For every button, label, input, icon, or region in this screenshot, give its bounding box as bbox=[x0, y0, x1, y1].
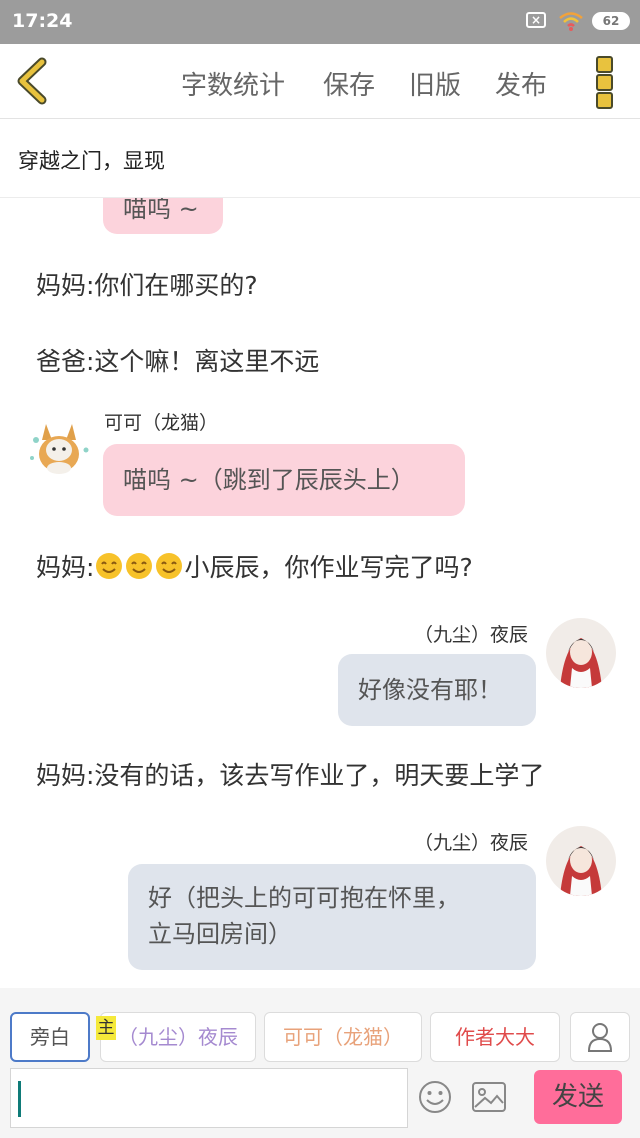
no-sim-icon: × bbox=[526, 12, 546, 28]
message-bubble: 好像没有耶！ bbox=[338, 654, 536, 726]
message-text: 立马回房间） bbox=[148, 920, 292, 948]
role-jiuchen-button[interactable]: （九尘）夜辰 bbox=[100, 1012, 256, 1062]
narration-line: 妈妈: 小辰辰，你作业写完了吗? bbox=[36, 548, 473, 584]
sender-name: （九尘）夜辰 bbox=[414, 832, 529, 854]
message-input[interactable] bbox=[10, 1068, 408, 1128]
narration-text: 小辰辰，你作业写完了吗? bbox=[184, 553, 473, 582]
girl-avatar-icon bbox=[546, 826, 616, 896]
sender-name: （九尘）夜辰 bbox=[414, 624, 529, 646]
battery-level: 62 bbox=[602, 14, 620, 28]
battery-icon: 62 bbox=[592, 12, 630, 30]
old-version-button[interactable]: 旧版 bbox=[409, 65, 461, 102]
smile-emoji-icon bbox=[126, 553, 153, 579]
wifi-icon bbox=[559, 12, 583, 31]
yechen-avatar[interactable] bbox=[546, 826, 616, 896]
girl-avatar-icon bbox=[546, 618, 616, 688]
chapter-title-bar[interactable]: 穿越之门，显现 bbox=[0, 119, 640, 198]
smile-emoji-icon bbox=[156, 553, 183, 579]
text-cursor bbox=[18, 1081, 21, 1117]
send-button[interactable]: 发送 bbox=[534, 1070, 622, 1124]
sender-name: 可可（龙猫） bbox=[104, 412, 219, 434]
role-keke-button[interactable]: 可可（龙猫） bbox=[264, 1012, 422, 1062]
narration-line: 妈妈:没有的话，该去写作业了，明天要上学了 bbox=[36, 761, 545, 790]
narration-line: 妈妈:你们在哪买的? bbox=[36, 271, 258, 300]
chapter-title[interactable]: 穿越之门，显现 bbox=[18, 145, 165, 175]
add-role-button[interactable] bbox=[570, 1012, 630, 1062]
status-bar: 17:24 × 62 bbox=[0, 0, 640, 44]
message-bubble: 喵呜 ~ bbox=[103, 198, 223, 234]
emoji-icon[interactable] bbox=[418, 1080, 452, 1114]
back-arrow-icon[interactable] bbox=[12, 56, 52, 106]
user-icon bbox=[587, 1023, 613, 1052]
role-author-button[interactable]: 作者大大 bbox=[430, 1012, 560, 1062]
message-bubble: 喵呜 ~（跳到了辰辰头上） bbox=[103, 444, 465, 516]
smile-emoji-icon bbox=[96, 553, 123, 579]
editor-toolbar: 字数统计 保存 旧版 发布 bbox=[0, 44, 640, 119]
chat-area[interactable]: 喵呜 ~ 妈妈:你们在哪买的? 爸爸:这个嘛！离这里不远 可可（龙猫） 喵呜 ~… bbox=[0, 198, 640, 988]
message-text: 喵呜 ~（跳到了辰辰头上） bbox=[123, 466, 415, 494]
publish-button[interactable]: 发布 bbox=[495, 65, 547, 102]
message-text: 好像没有耶！ bbox=[358, 676, 502, 704]
save-button[interactable]: 保存 bbox=[323, 65, 375, 102]
message-text: 好（把头上的可可抱在怀里， bbox=[148, 884, 460, 912]
role-narrator-button[interactable]: 旁白 bbox=[10, 1012, 90, 1062]
message-bubble: 好（把头上的可可抱在怀里， 立马回房间） bbox=[128, 864, 536, 970]
narration-prefix: 妈妈: bbox=[36, 553, 95, 582]
host-badge: 主 bbox=[96, 1016, 116, 1040]
image-icon[interactable] bbox=[472, 1082, 506, 1112]
chinchilla-avatar-icon bbox=[30, 424, 89, 474]
status-time: 17:24 bbox=[12, 10, 73, 32]
narration-line: 爸爸:这个嘛！离这里不远 bbox=[36, 347, 320, 376]
more-menu-icon[interactable] bbox=[596, 56, 614, 109]
keke-avatar[interactable] bbox=[24, 410, 94, 480]
input-bar: 发送 bbox=[0, 1066, 640, 1138]
message-text: 喵呜 ~ bbox=[123, 198, 199, 223]
yechen-avatar[interactable] bbox=[546, 618, 616, 688]
word-count-button[interactable]: 字数统计 bbox=[181, 65, 285, 102]
